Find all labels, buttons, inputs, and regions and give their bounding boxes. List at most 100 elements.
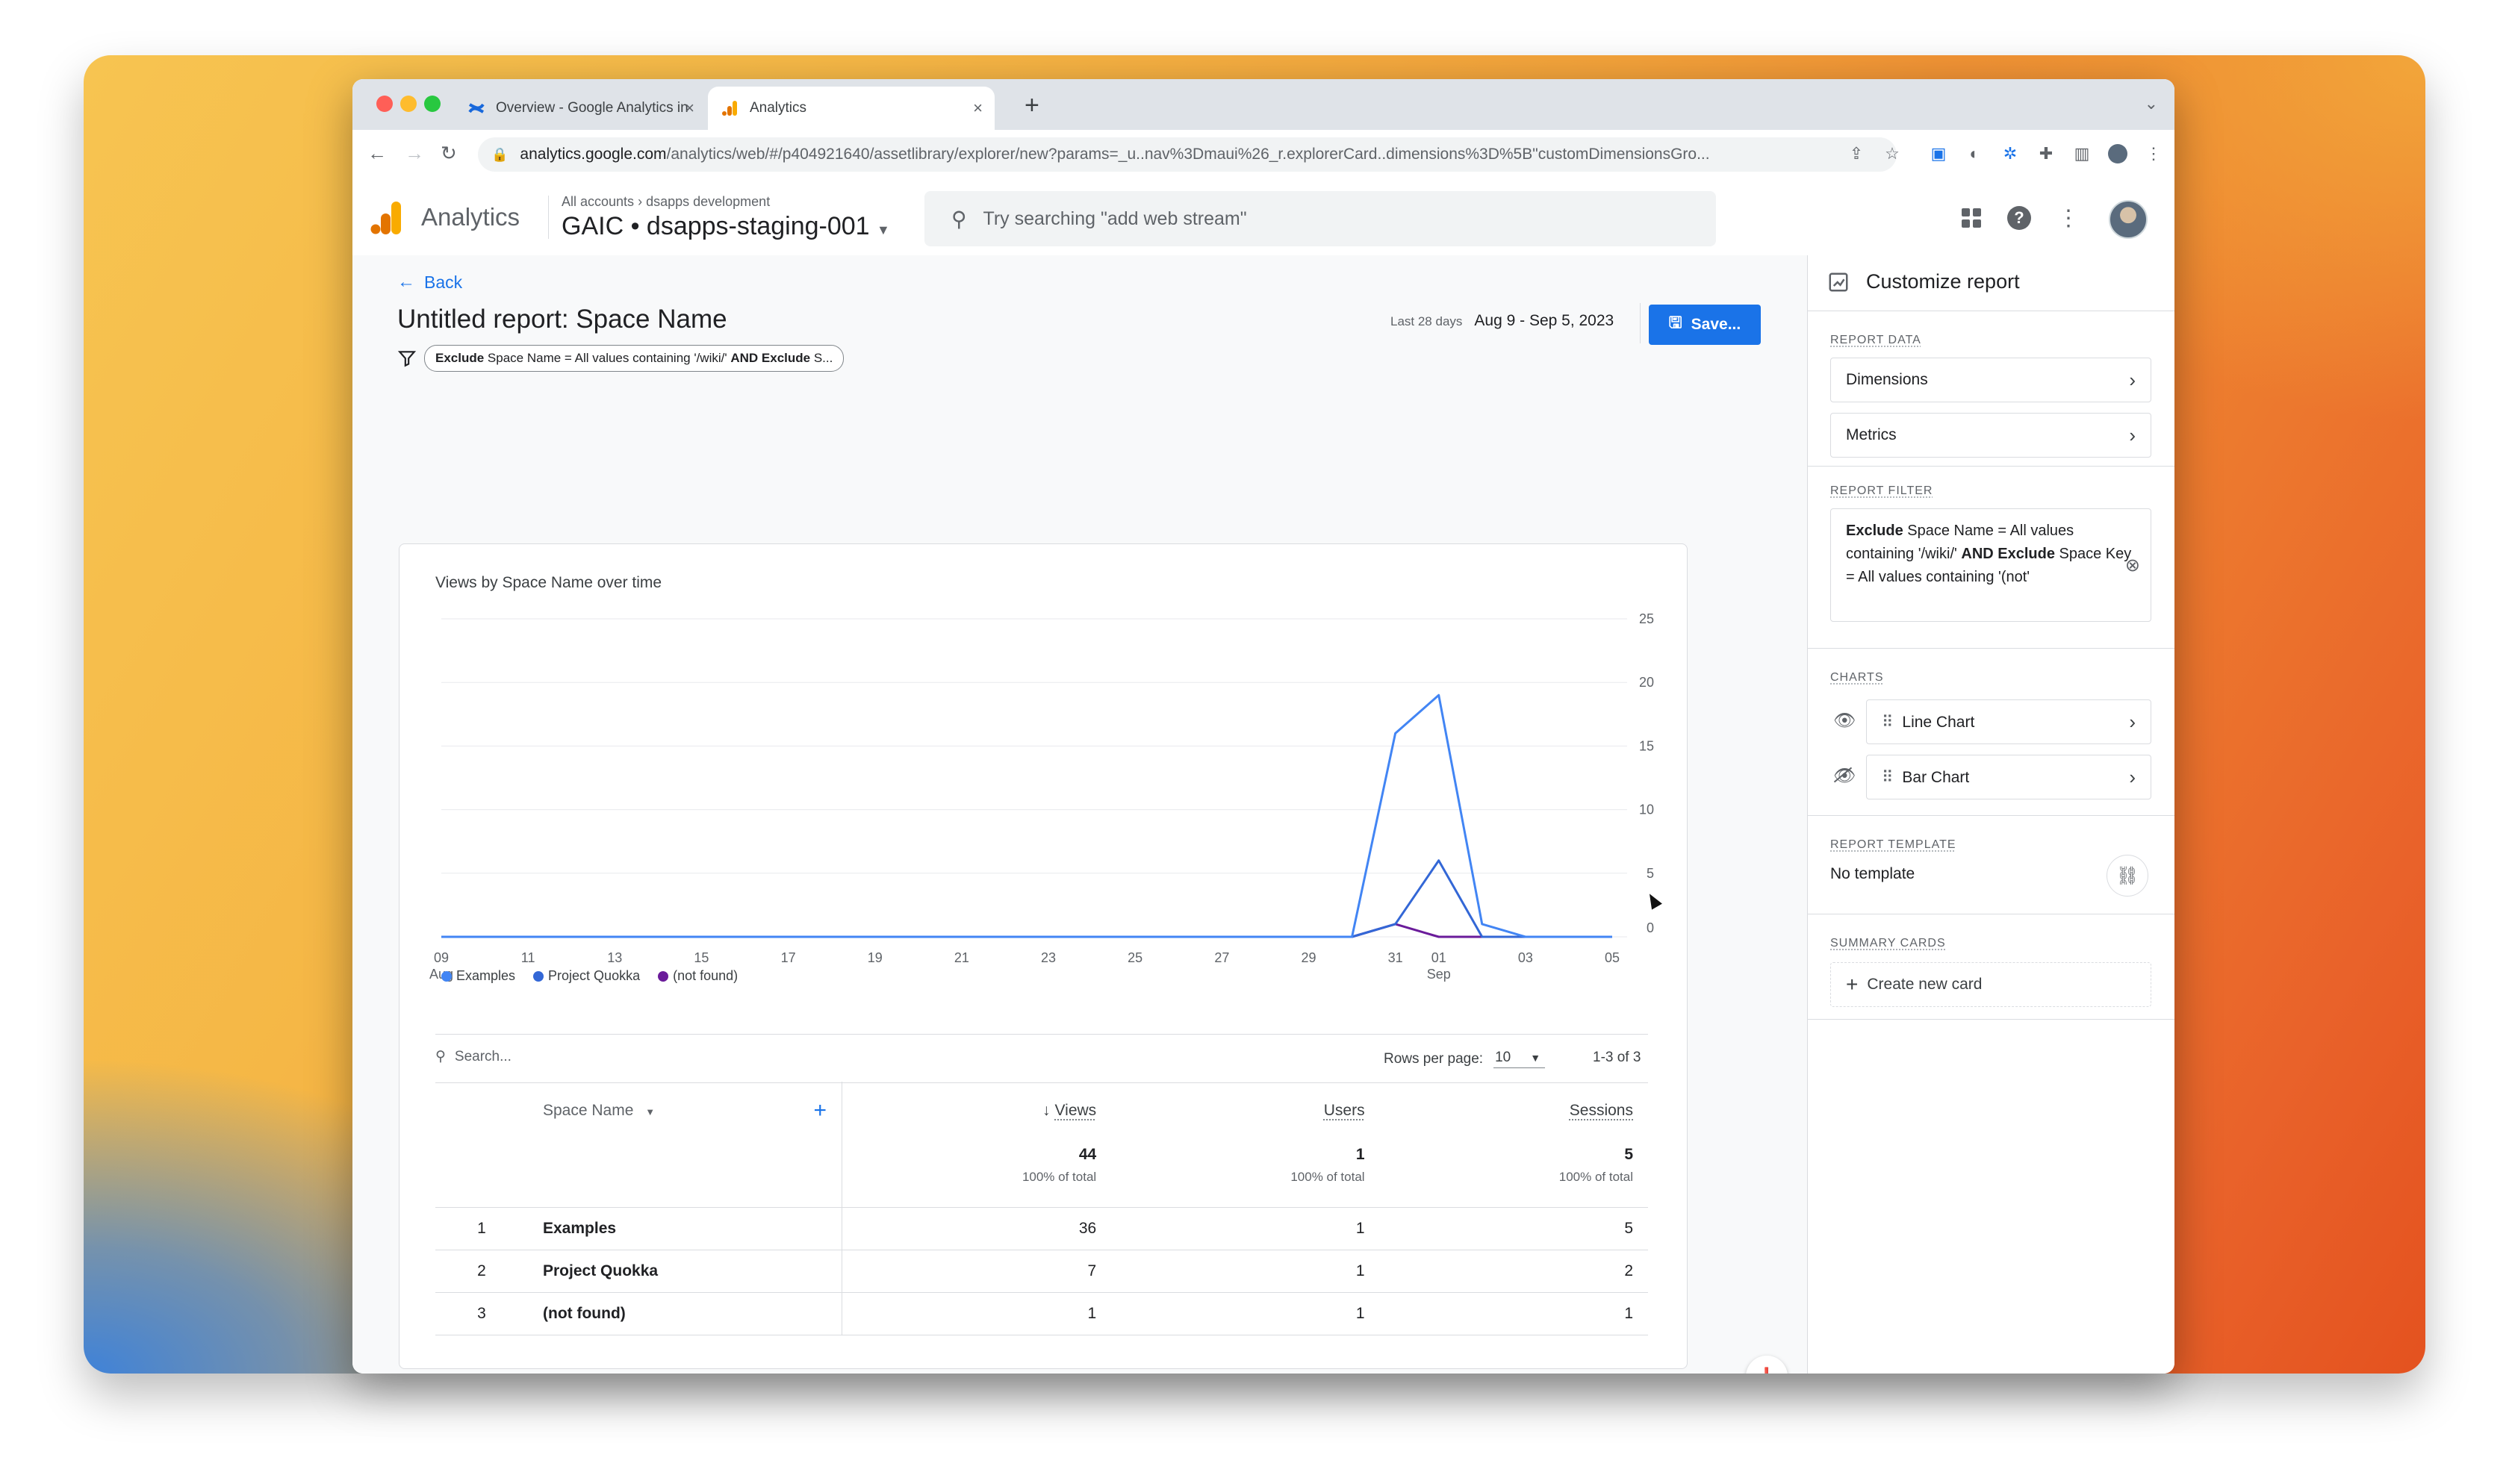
row-sessions: 5	[1379, 1207, 1648, 1250]
dimension-header[interactable]: Space Name ▼ +	[528, 1082, 842, 1140]
report-data-section: REPORT DATA Dimensions › Metrics ›	[1808, 311, 2174, 467]
create-card-button[interactable]: + Create new card	[1830, 962, 2151, 1007]
metrics-label: Metrics	[1846, 426, 1897, 443]
chevron-right-icon: ›	[2129, 765, 2136, 788]
rows-per-page-label: Rows per page:	[1384, 1050, 1484, 1067]
search-bar[interactable]: ⚲ Try searching "add web stream"	[924, 191, 1716, 246]
x-tick-label: 27	[1214, 950, 1229, 965]
rows-per-page-select[interactable]: 10 ▼	[1493, 1050, 1546, 1068]
x-tick-label: 25	[1128, 950, 1142, 965]
date-range-label: Last 28 days	[1390, 314, 1463, 328]
apps-grid-icon[interactable]	[1956, 203, 1986, 233]
new-tab-button[interactable]: +	[1025, 91, 1039, 120]
link-off-icon: ⛓	[2115, 865, 2139, 886]
row-users: 1	[1111, 1292, 1380, 1335]
total-value: 1	[1355, 1146, 1365, 1163]
extension-icon[interactable]: ✲	[2000, 143, 2021, 164]
extension-icon[interactable]: ◐	[1964, 143, 1985, 164]
line-chart-option[interactable]: ⠿ Line Chart ›	[1866, 699, 2151, 744]
data-table: Space Name ▼ + ↓ Views Users Sessions 44…	[435, 1082, 1648, 1335]
minimize-window-button[interactable]	[400, 96, 417, 112]
browser-menu-icon[interactable]: ⋮	[2143, 143, 2164, 164]
lock-icon: 🔒	[491, 146, 509, 162]
profile-avatar[interactable]	[2107, 143, 2128, 164]
filter-chip[interactable]: Exclude Space Name = All values containi…	[424, 345, 845, 372]
table-search[interactable]: ⚲ Search...	[435, 1048, 512, 1065]
url-path: /analytics/web/#/p404921640/assetlibrary…	[666, 146, 1710, 163]
dimension-header-label: Space Name	[543, 1102, 634, 1119]
totals-row: 44 100% of total 1 100% of total 5 100% of …	[435, 1140, 1648, 1208]
x-tick-label: 17	[781, 950, 796, 965]
tab-title: Overview - Google Analytics in	[496, 100, 688, 116]
tab-analytics[interactable]: Analytics ×	[708, 87, 995, 130]
back-link[interactable]: ← Back	[397, 272, 462, 293]
legend-item[interactable]: (not found)	[658, 968, 738, 984]
save-button[interactable]: 🖫 Save...	[1649, 305, 1761, 345]
column-header-views[interactable]: ↓ Views	[842, 1082, 1112, 1140]
dimensions-button[interactable]: Dimensions ›	[1830, 358, 2151, 402]
template-value: No template	[1830, 865, 1915, 882]
forward-nav-icon[interactable]: →	[405, 142, 424, 165]
breadcrumb[interactable]: All accounts › dsapps development	[562, 194, 770, 210]
unlink-template-button[interactable]: ⛓	[2107, 855, 2148, 897]
tab-overview[interactable]: Overview - Google Analytics in ×	[454, 87, 706, 130]
save-icon: 🖫	[1668, 314, 1682, 331]
eye-hidden-icon[interactable]: 👁	[1833, 765, 1856, 787]
date-range-picker[interactable]: Last 28 days Aug 9 - Sep 5, 2023	[1390, 312, 1614, 330]
extension-icon[interactable]: ▣	[1928, 143, 1949, 164]
total-views: 44 100% of total	[842, 1140, 1112, 1208]
drag-handle-icon[interactable]: ⠿	[1882, 769, 1893, 786]
search-placeholder: Try searching "add web stream"	[983, 208, 1247, 229]
drag-handle-icon[interactable]: ⠿	[1882, 714, 1893, 731]
page-title: Untitled report: Space Name	[397, 305, 727, 334]
chevron-right-icon: ›	[2129, 368, 2136, 391]
bar-chart-option[interactable]: ⠿ Bar Chart ›	[1866, 755, 2151, 799]
address-bar[interactable]: 🔒 analytics.google.com /analytics/web/#/…	[478, 137, 1897, 172]
legend-item[interactable]: Project Quokka	[533, 968, 640, 984]
row-views: 1	[842, 1292, 1112, 1335]
row-index: 3	[435, 1292, 528, 1335]
tab-strip: Overview - Google Analytics in × Analyti…	[352, 79, 2174, 130]
x-tick-label: 15	[694, 950, 709, 965]
caret-down-icon: ▼	[645, 1106, 656, 1117]
metrics-button[interactable]: Metrics ›	[1830, 413, 2151, 458]
legend-item[interactable]: Examples	[441, 968, 515, 984]
add-dimension-icon[interactable]: +	[813, 1098, 827, 1123]
property-selector[interactable]: GAIC • dsapps-staging-001 ▼	[562, 212, 890, 241]
help-icon[interactable]: ?	[2004, 203, 2034, 233]
report-filter-box[interactable]: Exclude Space Name = All values containi…	[1830, 508, 2151, 622]
share-icon[interactable]: ⇪	[1846, 143, 1867, 164]
plus-icon: +	[1846, 973, 1859, 996]
eye-visible-icon[interactable]: 👁	[1833, 710, 1856, 732]
bookmark-star-icon[interactable]: ☆	[1882, 143, 1903, 164]
puzzle-icon[interactable]: ✚	[2036, 143, 2056, 164]
legend-swatch	[441, 971, 452, 982]
close-tab-icon[interactable]: ×	[973, 99, 983, 118]
side-panel-icon[interactable]: ▥	[2071, 143, 2092, 164]
table-row[interactable]: 3 (not found) 1 1 1	[435, 1292, 1648, 1335]
close-window-button[interactable]	[376, 96, 393, 112]
filter-text: Space Name = All values containing '/wik…	[484, 351, 731, 365]
table-row[interactable]: 2 Project Quokka 7 1 2	[435, 1250, 1648, 1293]
clear-filter-icon[interactable]: ⊗	[2125, 554, 2140, 577]
zoom-window-button[interactable]	[424, 96, 441, 112]
column-header-sessions[interactable]: Sessions	[1380, 1082, 1648, 1140]
close-tab-icon[interactable]: ×	[685, 99, 694, 118]
arrow-left-icon: ←	[397, 272, 415, 292]
back-nav-icon[interactable]: ←	[367, 142, 387, 165]
series-line	[441, 859, 1612, 938]
total-users: 1 100% of total	[1111, 1140, 1379, 1208]
more-vert-icon[interactable]: ⋮	[2053, 203, 2083, 233]
feedback-button[interactable]: ❗	[1746, 1356, 1788, 1374]
column-header-users[interactable]: Users	[1111, 1082, 1379, 1140]
chevron-right-icon: ›	[2129, 710, 2136, 733]
report-main: ← Back Untitled report: Space Name Exclu…	[352, 255, 1807, 1374]
row-views: 7	[842, 1250, 1112, 1293]
section-label: CHARTS	[1830, 671, 1884, 684]
reload-icon[interactable]: ↻	[441, 142, 457, 165]
tab-search-icon[interactable]: ⌄	[2145, 94, 2158, 113]
y-tick-label: 20	[1639, 675, 1654, 690]
row-name: Project Quokka	[528, 1250, 842, 1293]
account-avatar[interactable]	[2109, 200, 2148, 239]
table-row[interactable]: 1 Examples 36 1 5	[435, 1207, 1648, 1250]
